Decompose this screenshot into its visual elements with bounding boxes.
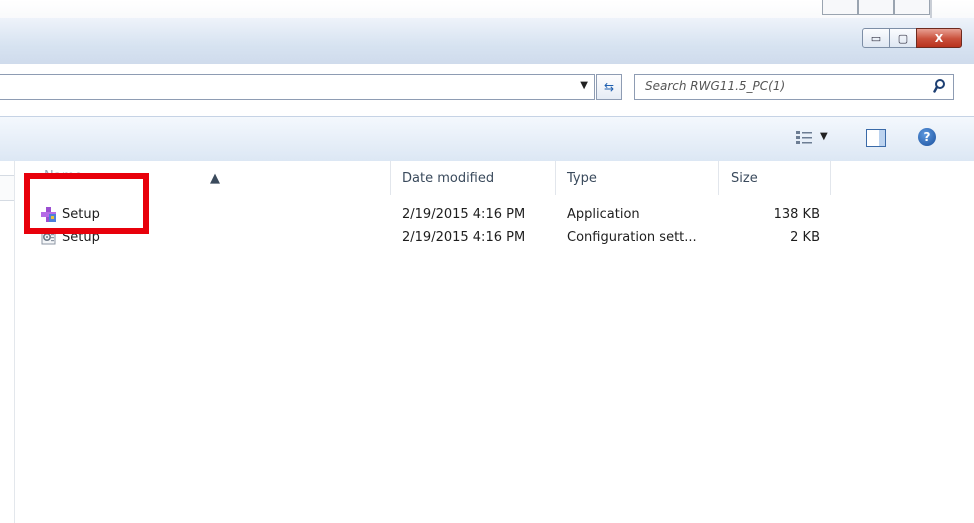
- file-type: Application: [567, 207, 640, 222]
- refresh-button[interactable]: ⇆: [596, 74, 622, 100]
- column-separator[interactable]: [830, 161, 831, 195]
- refresh-icon: ⇆: [603, 80, 615, 94]
- address-row: ▼ ⇆ Search RWG11.5_PC(1): [0, 74, 974, 102]
- background-maximize-button: [858, 0, 894, 15]
- maximize-button[interactable]: ▢: [889, 28, 917, 48]
- view-dropdown-icon[interactable]: ▼: [820, 131, 828, 142]
- column-separator[interactable]: [555, 161, 556, 195]
- help-icon[interactable]: ?: [918, 128, 936, 146]
- change-view-icon[interactable]: [796, 131, 812, 145]
- command-bar: ▼ ?: [0, 116, 974, 162]
- background-window-controls: [822, 0, 930, 18]
- title-bar: ▭ ▢ X: [0, 18, 974, 64]
- minimize-icon: ▭: [870, 31, 882, 45]
- window-controls: ▭ ▢ X: [862, 28, 962, 48]
- preview-pane-icon[interactable]: [866, 129, 886, 147]
- column-header-type[interactable]: Type: [567, 171, 597, 186]
- column-header-size[interactable]: Size: [731, 171, 758, 186]
- search-placeholder: Search RWG11.5_PC(1): [645, 79, 786, 93]
- close-button[interactable]: X: [916, 28, 962, 48]
- background-minimize-button: [822, 0, 858, 15]
- file-size: 2 KB: [790, 230, 820, 245]
- file-date: 2/19/2015 4:16 PM: [402, 230, 526, 245]
- column-separator[interactable]: [718, 161, 719, 195]
- background-close-button: [894, 0, 930, 15]
- close-icon: X: [934, 31, 944, 45]
- column-header-date[interactable]: Date modified: [402, 171, 494, 186]
- file-type: Configuration sett...: [567, 230, 697, 245]
- file-size: 138 KB: [773, 207, 820, 222]
- file-row[interactable]: Setup 2/19/2015 4:16 PM Application 138 …: [40, 204, 840, 226]
- column-separator[interactable]: [390, 161, 391, 195]
- sort-ascending-icon: ▲: [210, 171, 220, 186]
- file-row[interactable]: Setup 2/19/2015 4:16 PM Configuration se…: [40, 227, 840, 249]
- address-bar[interactable]: ▼: [0, 74, 595, 100]
- highlight-annotation: [24, 173, 149, 234]
- explorer-window: ▭ ▢ X ▼ ⇆ Search RWG11.5_PC(1) ▼ ? ▲ Nam…: [0, 18, 974, 523]
- minimize-button[interactable]: ▭: [862, 28, 890, 48]
- address-dropdown-icon[interactable]: ▼: [580, 80, 588, 91]
- search-input[interactable]: Search RWG11.5_PC(1): [634, 74, 954, 100]
- navigation-divider: [14, 161, 15, 523]
- file-date: 2/19/2015 4:16 PM: [402, 207, 526, 222]
- search-icon[interactable]: [933, 78, 949, 94]
- maximize-icon: ▢: [897, 31, 909, 45]
